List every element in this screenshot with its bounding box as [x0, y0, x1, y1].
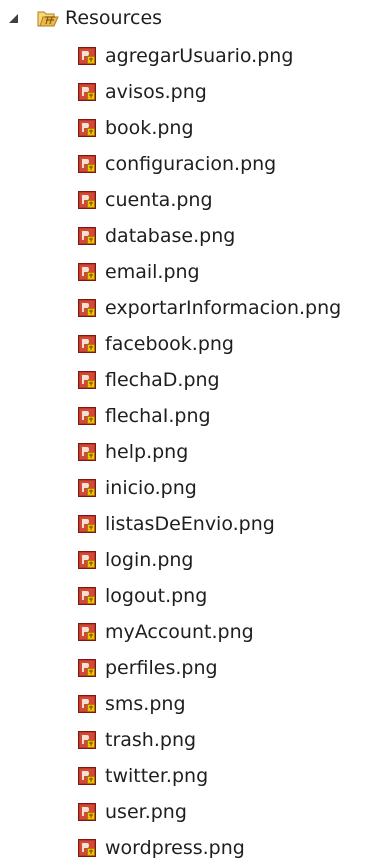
image-file-icon — [78, 623, 96, 641]
file-label: cuenta.png — [105, 189, 213, 211]
file-label: inicio.png — [105, 477, 197, 499]
tree-file-item[interactable]: flechaD.png — [0, 362, 382, 398]
file-label: listasDeEnvio.png — [105, 513, 275, 535]
file-label: login.png — [105, 549, 194, 571]
tree-file-item[interactable]: trash.png — [0, 722, 382, 758]
image-file-icon — [78, 299, 96, 317]
image-file-icon — [78, 767, 96, 785]
file-label: exportarInformacion.png — [105, 297, 342, 319]
file-label: email.png — [105, 261, 200, 283]
tree-file-item[interactable]: listasDeEnvio.png — [0, 506, 382, 542]
image-file-icon — [78, 695, 96, 713]
file-label: perfiles.png — [105, 657, 218, 679]
tree-file-item[interactable]: inicio.png — [0, 470, 382, 506]
image-file-icon — [78, 191, 96, 209]
tree-file-item[interactable]: myAccount.png — [0, 614, 382, 650]
image-file-icon — [78, 83, 96, 101]
tree-folder-resources[interactable]: Resources — [0, 0, 382, 38]
image-file-icon — [78, 407, 96, 425]
file-label: flechaI.png — [105, 405, 211, 427]
tree-file-item[interactable]: flechaI.png — [0, 398, 382, 434]
tree-file-item[interactable]: avisos.png — [0, 74, 382, 110]
tree-file-item[interactable]: agregarUsuario.png — [0, 38, 382, 74]
image-file-icon — [78, 335, 96, 353]
file-label: flechaD.png — [105, 369, 220, 391]
tree-file-item[interactable]: user.png — [0, 794, 382, 830]
tree-file-item[interactable]: help.png — [0, 434, 382, 470]
folder-label: Resources — [65, 7, 163, 29]
image-file-icon — [78, 839, 96, 857]
tree-file-item[interactable]: facebook.png — [0, 326, 382, 362]
image-file-icon — [78, 551, 96, 569]
expanded-triangle-icon[interactable] — [9, 14, 18, 23]
file-label: sms.png — [105, 693, 186, 715]
file-label: wordpress.png — [105, 837, 245, 859]
tree-file-item[interactable]: cuenta.png — [0, 182, 382, 218]
image-file-icon — [78, 587, 96, 605]
file-label: help.png — [105, 441, 189, 463]
image-file-icon — [78, 803, 96, 821]
file-label: trash.png — [105, 729, 197, 751]
tree-file-item[interactable]: configuracion.png — [0, 146, 382, 182]
image-file-icon — [78, 155, 96, 173]
image-file-icon — [78, 479, 96, 497]
tree-file-item[interactable]: sms.png — [0, 686, 382, 722]
image-file-icon — [78, 119, 96, 137]
image-file-icon — [78, 659, 96, 677]
file-label: database.png — [105, 225, 236, 247]
image-file-icon — [78, 515, 96, 533]
tree-file-item[interactable]: book.png — [0, 110, 382, 146]
file-label: avisos.png — [105, 81, 207, 103]
tree-file-item[interactable]: logout.png — [0, 578, 382, 614]
file-label: configuracion.png — [105, 153, 277, 175]
file-label: twitter.png — [105, 765, 209, 787]
image-file-icon — [78, 263, 96, 281]
open-folder-icon — [37, 11, 59, 27]
tree-file-item[interactable]: exportarInformacion.png — [0, 290, 382, 326]
tree-file-item[interactable]: wordpress.png — [0, 830, 382, 866]
image-file-icon — [78, 371, 96, 389]
file-label: myAccount.png — [105, 621, 254, 643]
image-file-icon — [78, 227, 96, 245]
file-label: facebook.png — [105, 333, 234, 355]
file-label: user.png — [105, 801, 187, 823]
file-list: agregarUsuario.png avisos.png book.png conf… — [0, 38, 382, 866]
image-file-icon — [78, 731, 96, 749]
solution-explorer-tree: Resources agregarUsuario.png avisos.png bo… — [0, 0, 382, 866]
file-label: agregarUsuario.png — [105, 45, 294, 67]
image-file-icon — [78, 443, 96, 461]
tree-file-item[interactable]: database.png — [0, 218, 382, 254]
tree-file-item[interactable]: perfiles.png — [0, 650, 382, 686]
tree-file-item[interactable]: login.png — [0, 542, 382, 578]
image-file-icon — [78, 47, 96, 65]
tree-file-item[interactable]: email.png — [0, 254, 382, 290]
file-label: book.png — [105, 117, 194, 139]
file-label: logout.png — [105, 585, 208, 607]
tree-file-item[interactable]: twitter.png — [0, 758, 382, 794]
